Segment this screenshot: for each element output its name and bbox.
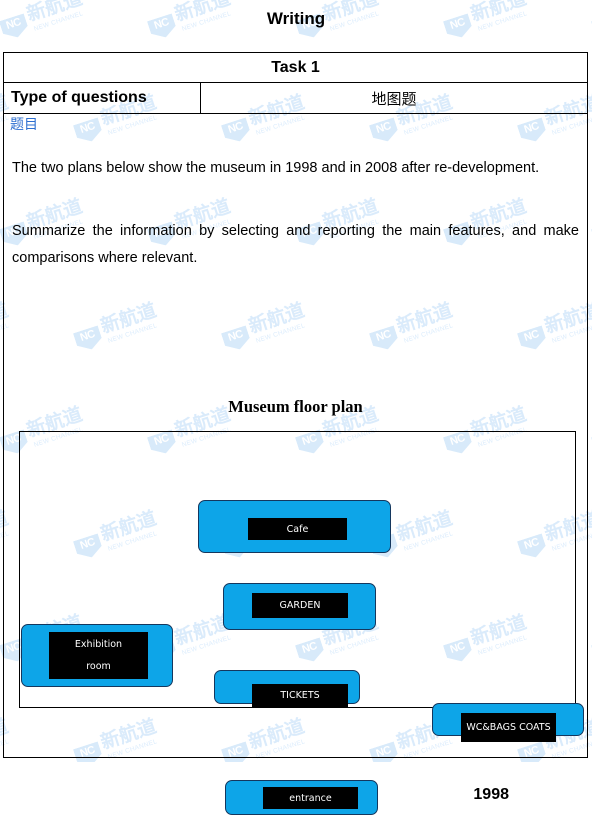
task-row: Task 1 xyxy=(4,53,587,83)
question-body-row: 题目 The two plans below show the museum i… xyxy=(4,114,587,815)
room-label-exhibition: Exhibition room xyxy=(49,632,148,679)
prompt-paragraph-2: Summarize the information by selecting a… xyxy=(12,222,579,266)
floorplan-title: Museum floor plan xyxy=(228,397,363,416)
prompt-paragraph-1: The two plans below show the museum in 1… xyxy=(12,159,540,176)
task-label: Task 1 xyxy=(271,58,320,76)
question-type-value-label: 地图题 xyxy=(371,89,417,108)
question-type-value-cell: 地图题 xyxy=(201,83,587,113)
room-label-cafe: Cafe xyxy=(248,518,347,540)
page-title: Writing xyxy=(266,9,326,28)
content-layer: Writing Task 1 Type of questions 地图题 题目 … xyxy=(0,0,592,815)
room-label-garden: GARDEN xyxy=(252,593,348,618)
question-type-row: Type of questions 地图题 xyxy=(4,83,587,114)
question-type-key-cell: Type of questions xyxy=(4,83,201,113)
room-label-wc-bags-coats: WC&BAGS COATS xyxy=(461,713,556,742)
section-heading-timu: 题目 xyxy=(10,117,38,133)
content-frame: Task 1 Type of questions 地图题 题目 The two … xyxy=(3,52,588,815)
room-label-entrance: entrance xyxy=(263,787,358,809)
room-label-tickets: TICKETS xyxy=(252,684,348,707)
floorplan-year: 1998 xyxy=(473,786,509,803)
question-type-key-label: Type of questions xyxy=(11,89,147,106)
